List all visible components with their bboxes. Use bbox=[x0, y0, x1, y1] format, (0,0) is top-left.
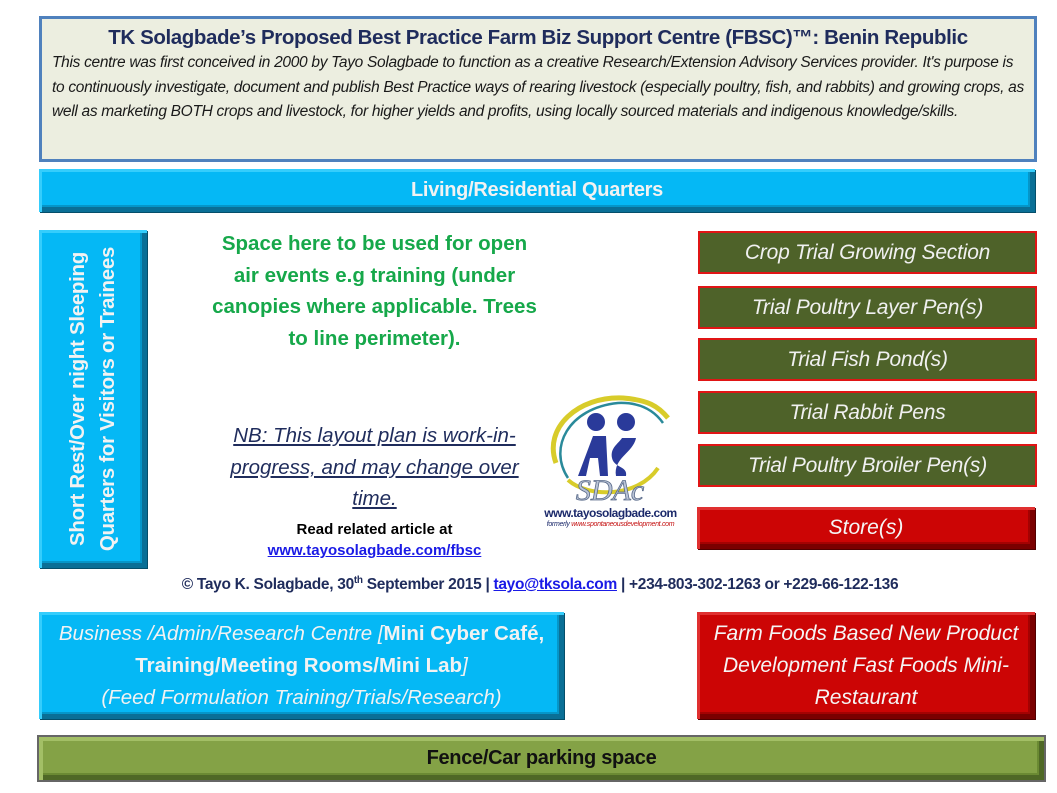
zone-fish-pond: Trial Fish Pond(s) bbox=[698, 338, 1037, 381]
zone-living-quarters: Living/Residential Quarters bbox=[39, 169, 1035, 212]
zone-label: Crop Trial Growing Section bbox=[744, 240, 991, 264]
zone-business-label: Business /Admin/Research Centre [Mini Cy… bbox=[49, 618, 554, 714]
logo-letters: SDAc bbox=[576, 474, 644, 507]
read-related-label: Read related article at bbox=[296, 521, 453, 538]
header-description: This centre was first conceived in 2000 … bbox=[52, 54, 1024, 120]
zone-label: Trial Poultry Layer Pen(s) bbox=[751, 295, 984, 319]
zone-sleeping-quarters: Short Rest/Over night Sleeping Quarters … bbox=[39, 230, 147, 568]
date-suffix: th bbox=[353, 575, 363, 586]
business-text-bracket: ] bbox=[462, 653, 468, 677]
copyright-line: © Tayo K. Solagbade, 30th September 2015… bbox=[40, 575, 1040, 594]
zone-label: Trial Poultry Broiler Pen(s) bbox=[747, 453, 988, 477]
zone-farm-foods-label: Farm Foods Based New Product Development… bbox=[713, 621, 1019, 709]
zone-farm-foods-restaurant: Farm Foods Based New Product Development… bbox=[697, 612, 1035, 719]
page-title: TK Solagbade’s Proposed Best Practice Fa… bbox=[108, 26, 968, 49]
copyright-date: September 2015 | bbox=[362, 576, 494, 594]
business-text-italic: Business /Admin/Research Centre [ bbox=[58, 621, 384, 645]
zone-label: Trial Fish Pond(s) bbox=[787, 347, 948, 371]
zone-living-label: Living/Residential Quarters bbox=[411, 179, 663, 201]
zone-label: Trial Rabbit Pens bbox=[789, 400, 946, 424]
email-link[interactable]: tayo@tksola.com bbox=[494, 576, 618, 593]
business-text-feed: (Feed Formulation Training/Trials/Resear… bbox=[101, 685, 502, 709]
article-link[interactable]: www.tayosolagbade.com/fbsc bbox=[212, 542, 537, 559]
zone-crop-trial: Crop Trial Growing Section bbox=[698, 231, 1037, 274]
zone-fence-label: Fence/Car parking space bbox=[426, 747, 657, 769]
logo-site-text: www.tayosolagbade.com bbox=[544, 506, 677, 520]
logo-emblem-icon: SDAc bbox=[550, 395, 670, 507]
zone-poultry-broiler: Trial Poultry Broiler Pen(s) bbox=[698, 444, 1037, 487]
zone-fence-parking: Fence/Car parking space bbox=[39, 737, 1044, 780]
header-box: TK Solagbade’s Proposed Best Practice Fa… bbox=[39, 16, 1037, 162]
zone-business-centre: Business /Admin/Research Centre [Mini Cy… bbox=[39, 612, 564, 719]
zone-stores-label: Store(s) bbox=[828, 516, 904, 539]
copyright-text: © Tayo K. Solagbade, 30 bbox=[181, 576, 355, 594]
work-in-progress-note: NB: This layout plan is work-in-progress… bbox=[230, 424, 519, 510]
zone-rabbit-pens: Trial Rabbit Pens bbox=[698, 391, 1037, 434]
logo-formerly-text: formerly www.spontaneousdevelopment.com bbox=[538, 521, 683, 528]
zone-stores: Store(s) bbox=[697, 507, 1035, 549]
open-air-space-note: Space here to be used for open air event… bbox=[212, 232, 537, 350]
logo-formerly-prefix: formerly bbox=[546, 521, 570, 528]
zone-sleeping-label: Short Rest/Over night Sleeping Quarters … bbox=[66, 246, 119, 552]
phone-numbers: | +234-803-302-1263 or +229-66-122-136 bbox=[616, 576, 899, 594]
sdac-logo: SDAc www.tayosolagbade.com formerly www.… bbox=[538, 388, 683, 533]
logo-formerly-site: www.spontaneousdevelopment.com bbox=[571, 521, 675, 528]
zone-poultry-layer: Trial Poultry Layer Pen(s) bbox=[698, 286, 1037, 329]
